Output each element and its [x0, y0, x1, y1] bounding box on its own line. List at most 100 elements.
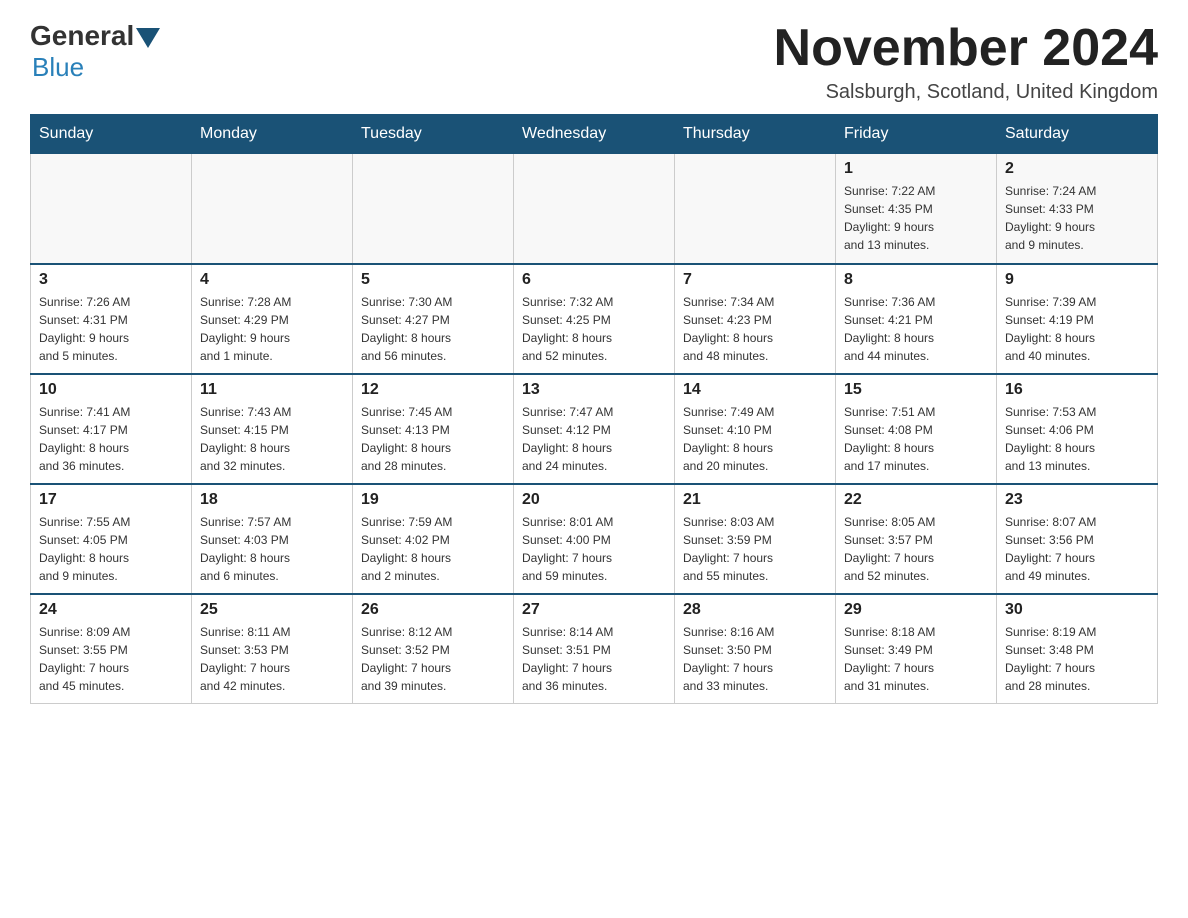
- day-info: Sunrise: 7:45 AMSunset: 4:13 PMDaylight:…: [361, 403, 505, 475]
- calendar-day-cell: 5 Sunrise: 7:30 AMSunset: 4:27 PMDaylight…: [353, 264, 514, 374]
- calendar-day-cell: 18Sunrise: 7:57 AMSunset: 4:03 PMDayligh…: [192, 484, 353, 594]
- day-number: 27: [522, 601, 666, 619]
- weekday-header-tuesday: Tuesday: [353, 115, 514, 154]
- logo-triangle-icon: [136, 28, 160, 48]
- day-number: 15: [844, 381, 988, 399]
- day-number: 1: [844, 160, 988, 178]
- day-number: 8: [844, 271, 988, 289]
- day-info: Sunrise: 7:51 AMSunset: 4:08 PMDaylight:…: [844, 403, 988, 475]
- calendar-day-cell: [353, 154, 514, 264]
- day-info: Sunrise: 8:16 AMSunset: 3:50 PMDaylight:…: [683, 623, 827, 695]
- calendar-day-cell: 10 Sunrise: 7:41 AMSunset: 4:17 PMDayligh…: [31, 374, 192, 484]
- day-info: Sunrise: 8:18 AMSunset: 3:49 PMDaylight:…: [844, 623, 988, 695]
- weekday-header-row: SundayMondayTuesdayWednesdayThursdayFrid…: [31, 115, 1158, 154]
- day-number: 30: [1005, 601, 1149, 619]
- day-number: 26: [361, 601, 505, 619]
- calendar-day-cell: 29 Sunrise: 8:18 AMSunset: 3:49 PMDayligh…: [836, 594, 997, 704]
- weekday-header-wednesday: Wednesday: [514, 115, 675, 154]
- day-info: Sunrise: 7:24 AMSunset: 4:33 PMDaylight:…: [1005, 182, 1149, 254]
- calendar-day-cell: 21 Sunrise: 8:03 AMSunset: 3:59 PMDayligh…: [675, 484, 836, 594]
- day-info: Sunrise: 8:14 AMSunset: 3:51 PMDaylight:…: [522, 623, 666, 695]
- calendar-day-cell: 26 Sunrise: 8:12 AMSunset: 3:52 PMDayligh…: [353, 594, 514, 704]
- day-info: Sunrise: 8:11 AMSunset: 3:53 PMDaylight:…: [200, 623, 344, 695]
- page-header: General Blue November 2024 Salsburgh, Sc…: [30, 20, 1158, 104]
- calendar-day-cell: 4 Sunrise: 7:28 AMSunset: 4:29 PMDaylight…: [192, 264, 353, 374]
- day-number: 20: [522, 491, 666, 509]
- calendar-day-cell: 7 Sunrise: 7:34 AMSunset: 4:23 PMDaylight…: [675, 264, 836, 374]
- calendar-day-cell: 16Sunrise: 7:53 AMSunset: 4:06 PMDayligh…: [997, 374, 1158, 484]
- day-info: Sunrise: 7:30 AMSunset: 4:27 PMDaylight:…: [361, 293, 505, 365]
- day-number: 13: [522, 381, 666, 399]
- day-info: Sunrise: 7:59 AMSunset: 4:02 PMDaylight:…: [361, 513, 505, 585]
- calendar-day-cell: 1Sunrise: 7:22 AMSunset: 4:35 PMDaylight…: [836, 154, 997, 264]
- title-section: November 2024 Salsburgh, Scotland, Unite…: [774, 20, 1158, 104]
- calendar-day-cell: 30 Sunrise: 8:19 AMSunset: 3:48 PMDayligh…: [997, 594, 1158, 704]
- day-info: Sunrise: 8:09 AMSunset: 3:55 PMDaylight:…: [39, 623, 183, 695]
- calendar-day-cell: [31, 154, 192, 264]
- day-number: 2: [1005, 160, 1149, 178]
- day-number: 11: [200, 381, 344, 399]
- calendar-day-cell: 2 Sunrise: 7:24 AMSunset: 4:33 PMDaylight…: [997, 154, 1158, 264]
- calendar-week-row: 10 Sunrise: 7:41 AMSunset: 4:17 PMDayligh…: [31, 374, 1158, 484]
- day-number: 19: [361, 491, 505, 509]
- logo-general-text: General: [30, 20, 134, 52]
- day-number: 7: [683, 271, 827, 289]
- calendar-day-cell: [192, 154, 353, 264]
- calendar-day-cell: 12 Sunrise: 7:45 AMSunset: 4:13 PMDayligh…: [353, 374, 514, 484]
- day-number: 28: [683, 601, 827, 619]
- calendar-day-cell: 19 Sunrise: 7:59 AMSunset: 4:02 PMDayligh…: [353, 484, 514, 594]
- day-number: 24: [39, 601, 183, 619]
- weekday-header-saturday: Saturday: [997, 115, 1158, 154]
- day-number: 3: [39, 271, 183, 289]
- day-number: 12: [361, 381, 505, 399]
- day-info: Sunrise: 7:32 AMSunset: 4:25 PMDaylight:…: [522, 293, 666, 365]
- day-number: 9: [1005, 271, 1149, 289]
- calendar-day-cell: 3 Sunrise: 7:26 AMSunset: 4:31 PMDaylight…: [31, 264, 192, 374]
- day-info: Sunrise: 7:53 AMSunset: 4:06 PMDaylight:…: [1005, 403, 1149, 475]
- day-info: Sunrise: 7:28 AMSunset: 4:29 PMDaylight:…: [200, 293, 344, 365]
- day-number: 10: [39, 381, 183, 399]
- day-info: Sunrise: 8:05 AMSunset: 3:57 PMDaylight:…: [844, 513, 988, 585]
- calendar-day-cell: 20 Sunrise: 8:01 AMSunset: 4:00 PMDayligh…: [514, 484, 675, 594]
- day-info: Sunrise: 7:36 AMSunset: 4:21 PMDaylight:…: [844, 293, 988, 365]
- day-info: Sunrise: 8:19 AMSunset: 3:48 PMDaylight:…: [1005, 623, 1149, 695]
- day-info: Sunrise: 8:07 AMSunset: 3:56 PMDaylight:…: [1005, 513, 1149, 585]
- calendar-day-cell: [675, 154, 836, 264]
- day-number: 4: [200, 271, 344, 289]
- day-number: 14: [683, 381, 827, 399]
- day-info: Sunrise: 7:49 AMSunset: 4:10 PMDaylight:…: [683, 403, 827, 475]
- calendar-day-cell: 25Sunrise: 8:11 AMSunset: 3:53 PMDayligh…: [192, 594, 353, 704]
- month-title: November 2024: [774, 20, 1158, 77]
- day-number: 18: [200, 491, 344, 509]
- calendar-day-cell: 14 Sunrise: 7:49 AMSunset: 4:10 PMDayligh…: [675, 374, 836, 484]
- calendar-day-cell: 24 Sunrise: 8:09 AMSunset: 3:55 PMDayligh…: [31, 594, 192, 704]
- calendar-day-cell: 15 Sunrise: 7:51 AMSunset: 4:08 PMDayligh…: [836, 374, 997, 484]
- logo: General Blue: [30, 20, 162, 83]
- calendar-week-row: 1Sunrise: 7:22 AMSunset: 4:35 PMDaylight…: [31, 154, 1158, 264]
- weekday-header-thursday: Thursday: [675, 115, 836, 154]
- logo-blue-text: Blue: [32, 52, 84, 82]
- day-info: Sunrise: 8:01 AMSunset: 4:00 PMDaylight:…: [522, 513, 666, 585]
- calendar-day-cell: 11Sunrise: 7:43 AMSunset: 4:15 PMDayligh…: [192, 374, 353, 484]
- day-info: Sunrise: 8:12 AMSunset: 3:52 PMDaylight:…: [361, 623, 505, 695]
- day-number: 5: [361, 271, 505, 289]
- day-number: 6: [522, 271, 666, 289]
- calendar-week-row: 17Sunrise: 7:55 AMSunset: 4:05 PMDayligh…: [31, 484, 1158, 594]
- day-info: Sunrise: 7:39 AMSunset: 4:19 PMDaylight:…: [1005, 293, 1149, 365]
- weekday-header-monday: Monday: [192, 115, 353, 154]
- calendar-week-row: 24 Sunrise: 8:09 AMSunset: 3:55 PMDayligh…: [31, 594, 1158, 704]
- day-info: Sunrise: 7:41 AMSunset: 4:17 PMDaylight:…: [39, 403, 183, 475]
- day-number: 21: [683, 491, 827, 509]
- calendar-day-cell: 28 Sunrise: 8:16 AMSunset: 3:50 PMDayligh…: [675, 594, 836, 704]
- day-info: Sunrise: 7:47 AMSunset: 4:12 PMDaylight:…: [522, 403, 666, 475]
- calendar-day-cell: 17Sunrise: 7:55 AMSunset: 4:05 PMDayligh…: [31, 484, 192, 594]
- calendar-day-cell: 8 Sunrise: 7:36 AMSunset: 4:21 PMDaylight…: [836, 264, 997, 374]
- calendar-day-cell: 6 Sunrise: 7:32 AMSunset: 4:25 PMDaylight…: [514, 264, 675, 374]
- calendar-day-cell: 27 Sunrise: 8:14 AMSunset: 3:51 PMDayligh…: [514, 594, 675, 704]
- day-info: Sunrise: 7:26 AMSunset: 4:31 PMDaylight:…: [39, 293, 183, 365]
- calendar-day-cell: 9 Sunrise: 7:39 AMSunset: 4:19 PMDaylight…: [997, 264, 1158, 374]
- location-text: Salsburgh, Scotland, United Kingdom: [774, 81, 1158, 104]
- day-info: Sunrise: 7:34 AMSunset: 4:23 PMDaylight:…: [683, 293, 827, 365]
- day-info: Sunrise: 8:03 AMSunset: 3:59 PMDaylight:…: [683, 513, 827, 585]
- day-number: 29: [844, 601, 988, 619]
